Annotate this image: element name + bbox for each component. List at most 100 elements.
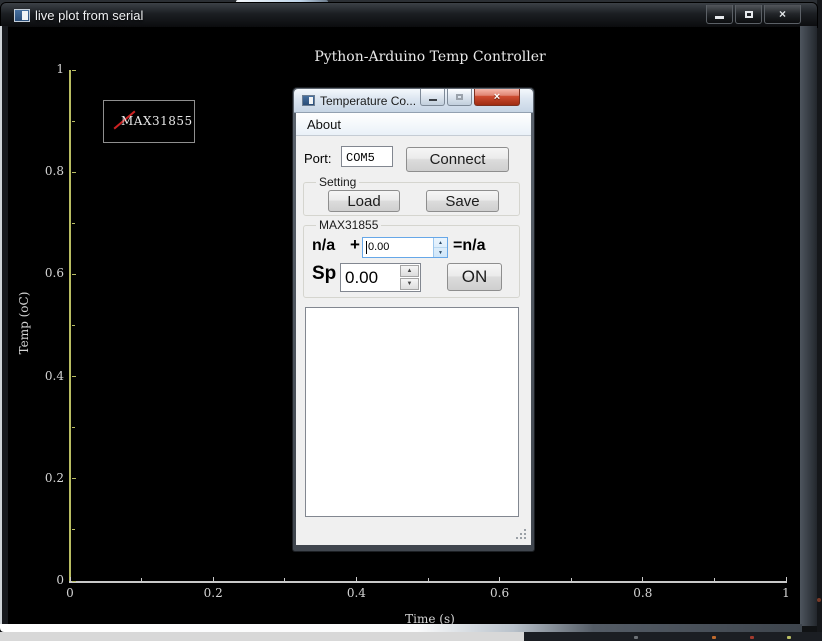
current-temp-value: n/a — [312, 237, 336, 254]
y-tick — [72, 171, 76, 173]
setpoint-label: Sp — [312, 263, 337, 284]
dialog-minimize-button[interactable] — [420, 89, 445, 106]
y-tick-label: 0.8 — [44, 164, 64, 179]
close-icon: × — [778, 7, 786, 21]
offset-spinbox[interactable]: 0.00 ▲ ▼ — [362, 237, 448, 258]
y-tick — [72, 478, 76, 480]
y-minor-tick — [72, 427, 75, 429]
tk-dialog-icon — [302, 95, 315, 106]
dialog-statusbar — [305, 517, 526, 541]
x-tick — [212, 577, 214, 581]
offset-spin-buttons: ▲ ▼ — [433, 238, 447, 257]
max31855-group-label: MAX31855 — [316, 218, 382, 232]
close-icon: × — [493, 91, 501, 103]
plus-sign: + — [350, 235, 360, 254]
y-tick-label: 0.6 — [44, 266, 64, 281]
taskbar-speck-yellow — [787, 636, 791, 639]
minimize-icon — [428, 98, 437, 101]
main-titlebar[interactable]: live plot from serial × — [0, 2, 818, 28]
x-tick — [499, 577, 501, 581]
close-button[interactable]: × — [764, 5, 801, 24]
offset-value: 0.00 — [368, 241, 390, 253]
port-label: Port: — [304, 151, 332, 166]
dialog-menubar: About — [296, 113, 531, 136]
taskbar-speck-orange — [712, 636, 716, 639]
x-tick — [69, 577, 71, 581]
max31855-groupbox: MAX31855 n/a + 0.00 ▲ ▼ =n/a Sp 0.00 ▲ ▼… — [303, 218, 520, 298]
maximize-icon — [456, 94, 463, 100]
menu-about[interactable]: About — [307, 117, 341, 132]
plot-title: Python-Arduino Temp Controller — [314, 49, 546, 65]
spin-up-icon[interactable]: ▲ — [400, 265, 419, 277]
dialog-close-button[interactable]: × — [474, 89, 520, 106]
x-minor-tick — [427, 578, 429, 581]
spin-down-icon[interactable]: ▼ — [400, 278, 419, 290]
y-tick-label: 1 — [56, 62, 64, 76]
taskbar-speck-red — [750, 636, 754, 639]
taskbar-light-segment — [0, 632, 524, 641]
y-minor-tick — [72, 120, 75, 122]
x-tick-label: 0 — [66, 586, 74, 600]
equals-result: =n/a — [453, 237, 486, 254]
minimize-button[interactable] — [706, 5, 733, 24]
legend-box: MAX31855 — [103, 100, 195, 143]
port-input[interactable] — [341, 146, 393, 167]
y-tick — [72, 273, 76, 275]
load-button[interactable]: Load — [328, 190, 400, 212]
resize-grip[interactable] — [514, 527, 526, 539]
x-tick-label: 0.8 — [633, 586, 653, 600]
x-minor-tick — [713, 578, 715, 581]
x-tick-label: 0.4 — [346, 586, 366, 600]
x-minor-tick — [284, 578, 286, 581]
x-minor-tick — [141, 578, 143, 581]
window-frame-right — [800, 26, 817, 626]
taskbar-strip — [0, 632, 822, 641]
dialog-maximize-button[interactable] — [447, 89, 472, 106]
x-tick-label: 0.2 — [203, 586, 223, 600]
x-minor-tick — [570, 578, 572, 581]
taskbar-speck — [634, 636, 638, 639]
legend-label: MAX31855 — [121, 114, 193, 128]
setpoint-spinbox[interactable]: 0.00 ▲ ▼ — [340, 263, 421, 292]
save-button[interactable]: Save — [426, 190, 499, 212]
y-minor-tick — [72, 325, 75, 326]
x-tick-label: 1 — [782, 586, 790, 600]
setting-groupbox: Setting Load Save — [303, 175, 520, 216]
y-tick — [72, 580, 76, 582]
dialog-body: Port: Connect Setting Load Save MAX31855… — [296, 136, 531, 545]
minimize-icon — [715, 15, 724, 19]
x-tick-label: 0.6 — [490, 586, 510, 600]
x-axis-label: Time (s) — [405, 612, 455, 626]
y-tick-label: 0.2 — [44, 470, 64, 485]
dialog-titlebar[interactable]: Temperature Co... × — [294, 89, 533, 113]
plot-canvas: Python-Arduino Temp Controller Temp (oC)… — [8, 28, 800, 626]
setpoint-spin-buttons: ▲ ▼ — [400, 265, 419, 290]
y-minor-tick — [72, 529, 75, 531]
connect-button[interactable]: Connect — [406, 147, 509, 172]
x-tick — [642, 577, 644, 581]
dialog-title: Temperature Co... — [320, 94, 417, 108]
setting-group-label: Setting — [316, 175, 360, 189]
main-window: live plot from serial × Python-Arduino T… — [0, 2, 818, 632]
spin-down-icon[interactable]: ▼ — [434, 248, 447, 257]
y-axis-label: Temp (oC) — [17, 291, 31, 355]
temperature-controller-window: Temperature Co... × About Port: Connect … — [293, 88, 534, 551]
log-textarea[interactable] — [305, 307, 519, 517]
on-button[interactable]: ON — [447, 263, 502, 291]
text-caret — [366, 241, 367, 254]
x-tick — [785, 577, 787, 581]
main-window-title: live plot from serial — [35, 8, 144, 23]
y-axis-spine — [69, 70, 71, 583]
y-tick-label: 0.4 — [44, 368, 64, 383]
window-frame-left — [0, 26, 8, 626]
y-tick — [72, 69, 76, 71]
maximize-icon — [744, 10, 753, 18]
tk-app-icon — [14, 9, 30, 22]
x-tick — [355, 577, 357, 581]
spin-up-icon[interactable]: ▲ — [434, 238, 447, 248]
maximize-button[interactable] — [735, 5, 762, 24]
y-tick — [72, 376, 76, 378]
x-axis-spine — [69, 581, 787, 583]
y-minor-tick — [72, 222, 75, 224]
y-tick-label: 0 — [56, 573, 64, 587]
